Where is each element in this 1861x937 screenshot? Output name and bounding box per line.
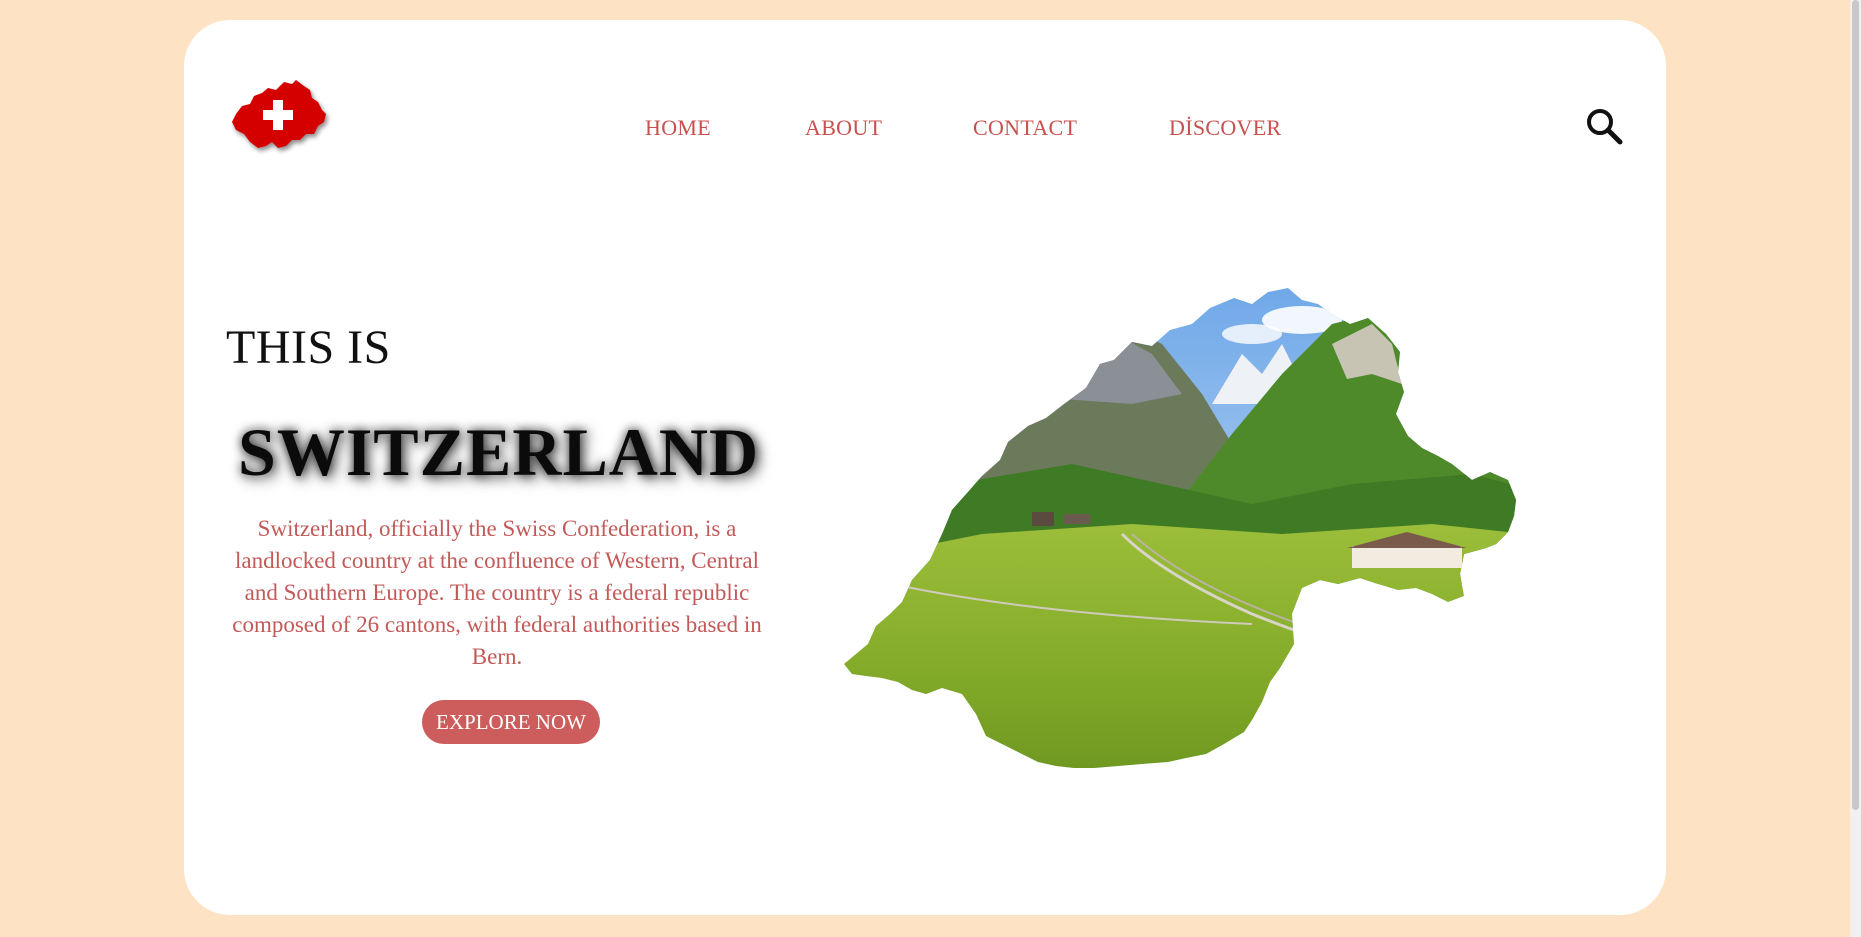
swiss-map-logo-icon[interactable] bbox=[226, 68, 336, 158]
nav-discover-link[interactable]: DİSCOVER bbox=[1169, 115, 1281, 141]
main-card: HOME ABOUT CONTACT DİSCOVER THIS IS SWIT… bbox=[184, 20, 1666, 915]
switzerland-map-landscape-image bbox=[832, 284, 1622, 784]
explore-now-button[interactable]: EXPLORE NOW bbox=[422, 700, 600, 744]
scrollbar-thumb[interactable] bbox=[1852, 0, 1859, 810]
search-icon[interactable] bbox=[1584, 106, 1624, 146]
nav-contact-link[interactable]: CONTACT bbox=[973, 115, 1077, 141]
page-scrollbar[interactable] bbox=[1850, 0, 1861, 937]
hero-kicker: THIS IS bbox=[226, 321, 391, 374]
nav-home-link[interactable]: HOME bbox=[645, 115, 711, 141]
hero-description: Switzerland, officially the Swiss Confed… bbox=[232, 516, 762, 669]
nav-about-link[interactable]: ABOUT bbox=[805, 115, 882, 141]
hero-title: SWITZERLAND bbox=[238, 414, 760, 490]
